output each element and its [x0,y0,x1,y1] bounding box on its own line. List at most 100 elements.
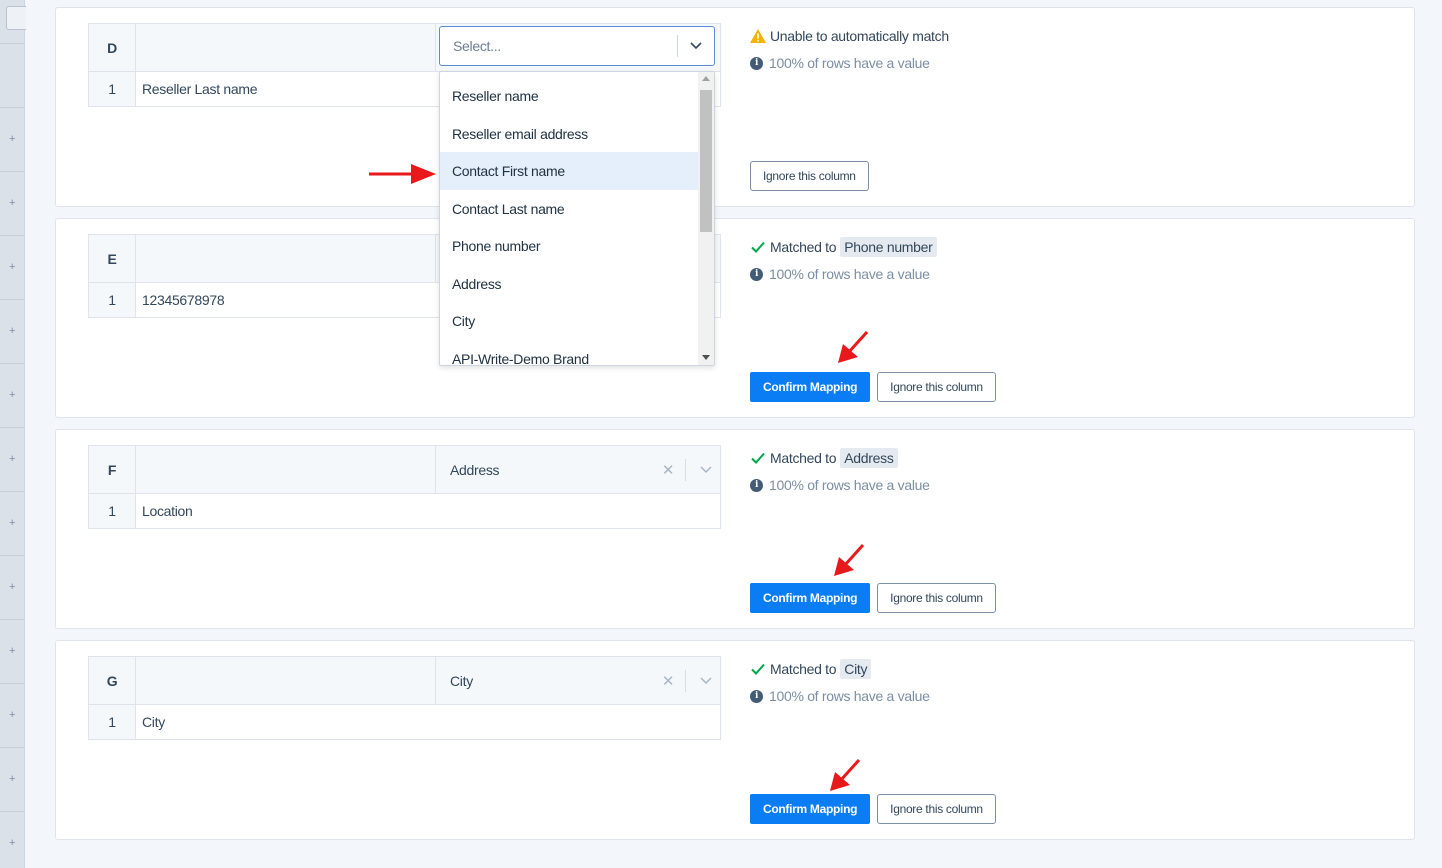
column-letter: D [89,24,136,71]
chevron-down-icon[interactable] [678,42,714,50]
info-text: 100% of rows have a value [769,55,930,71]
expand-plus-icon[interactable]: + [9,197,15,209]
dropdown-option-highlighted[interactable]: Contact First name [440,152,698,190]
column-header: F Address ✕ [89,446,720,494]
divider [0,427,25,428]
ignore-column-button[interactable]: Ignore this column [750,161,869,191]
clear-icon[interactable]: ✕ [657,672,679,690]
confirm-mapping-button[interactable]: Confirm Mapping [750,583,871,613]
match-status: Matched to City i 100% of rows have a va… [750,658,930,704]
info-icon: i [750,267,763,281]
dropdown-option[interactable]: API-Write-Demo Brand [440,340,698,365]
clear-icon[interactable]: ✕ [657,461,679,479]
chevron-down-icon[interactable] [692,676,720,685]
dropdown-option[interactable]: Phone number [440,227,698,265]
property-select-active[interactable] [439,26,715,66]
divider [0,747,25,748]
status-text: Matched to [770,450,837,466]
expand-plus-icon[interactable]: + [9,837,15,849]
divider [0,811,25,812]
table-row: 1 Location [89,494,720,528]
status-line: Matched to Address [750,447,930,469]
check-icon [751,241,765,253]
expand-plus-icon[interactable]: + [9,645,15,657]
property-select[interactable]: Address ✕ [436,446,720,493]
expand-plus-icon[interactable]: + [9,453,15,465]
property-select[interactable]: City ✕ [436,657,720,704]
dropdown-option[interactable]: Reseller name [440,77,698,115]
status-text: Matched to [770,661,837,677]
row-value: City [142,714,165,730]
matched-property-tag: Phone number [840,237,937,257]
row-number: 1 [89,494,136,528]
mapping-card-d: D 1 Reseller Last name Unable to automat… [55,7,1415,207]
annotation-arrow-icon [838,330,869,363]
dropdown-option[interactable]: Contact Last name [440,190,698,228]
column-header: G City ✕ [89,657,720,705]
status-text: Matched to [770,239,837,255]
column-preview-table: F Address ✕ 1 Location [88,445,721,529]
annotation-arrow-icon [369,164,436,184]
expand-plus-icon[interactable]: + [9,709,15,721]
status-text: Unable to automatically match [770,28,949,44]
confirm-mapping-button[interactable]: Confirm Mapping [750,372,871,402]
match-status: Matched to Address i 100% of rows have a… [750,447,930,493]
info-line: i 100% of rows have a value [750,266,937,282]
ignore-column-button[interactable]: Ignore this column [877,794,996,824]
annotation-arrow-icon [830,758,861,791]
info-text: 100% of rows have a value [769,477,930,493]
dropdown-option[interactable]: Address [440,265,698,303]
row-number: 1 [89,283,136,317]
info-icon: i [750,56,763,70]
expand-plus-icon[interactable]: + [9,325,15,337]
mapping-card-e: E 1 12345678978 Matched to Phone number … [55,218,1415,418]
info-line: i 100% of rows have a value [750,55,949,71]
match-status: Matched to Phone number i 100% of rows h… [750,236,937,282]
divider [0,683,25,684]
ignore-column-button[interactable]: Ignore this column [877,372,996,402]
expand-plus-icon[interactable]: + [9,133,15,145]
info-line: i 100% of rows have a value [750,477,930,493]
expand-plus-icon[interactable]: + [9,389,15,401]
property-search-input[interactable] [451,37,677,55]
row-number: 1 [89,72,136,106]
matched-property-tag: Address [840,448,898,468]
divider [685,458,686,481]
check-icon [751,663,765,675]
expand-plus-icon[interactable]: + [9,773,15,785]
scroll-down-icon[interactable] [702,355,710,360]
expand-plus-icon[interactable]: + [9,261,15,273]
action-buttons: Confirm Mapping Ignore this column [750,372,996,402]
status-line: Matched to City [750,658,930,680]
dropdown-option[interactable]: Reseller email address [440,115,698,153]
status-line: Matched to Phone number [750,236,937,258]
dropdown-option[interactable]: City [440,302,698,340]
dropdown-scrollbar[interactable] [698,72,714,365]
matched-property-tag: City [840,659,872,679]
divider [0,43,25,44]
scrollbar-thumb[interactable] [700,90,712,232]
sidebar-search-box[interactable] [6,6,26,30]
row-number: 1 [89,705,136,739]
mapping-card-g: G City ✕ 1 City Matched to City i 100% o… [55,640,1415,840]
expand-plus-icon[interactable]: + [9,581,15,593]
table-row: 1 City [89,705,720,739]
mapping-card-f: F Address ✕ 1 Location Matched to Addres… [55,429,1415,629]
info-icon: i [750,689,763,703]
scroll-up-icon[interactable] [702,76,710,81]
chevron-down-icon[interactable] [692,465,720,474]
divider [0,555,25,556]
expand-plus-icon[interactable]: + [9,517,15,529]
column-letter: G [89,657,136,704]
divider [0,619,25,620]
column-name-cell [136,446,436,493]
column-name-cell [136,657,436,704]
action-buttons: Confirm Mapping Ignore this column [750,583,996,613]
ignore-column-button[interactable]: Ignore this column [877,583,996,613]
info-text: 100% of rows have a value [769,266,930,282]
check-icon [751,452,765,464]
info-text: 100% of rows have a value [769,688,930,704]
confirm-mapping-button[interactable]: Confirm Mapping [750,794,871,824]
action-buttons: Confirm Mapping Ignore this column [750,794,996,824]
row-value: Location [142,503,193,519]
